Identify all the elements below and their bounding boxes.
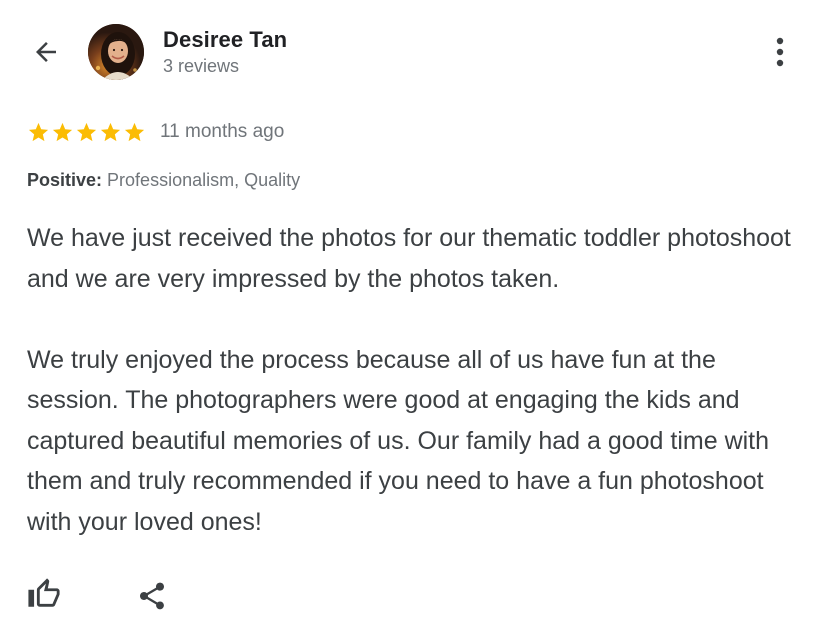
like-button[interactable] — [24, 574, 64, 614]
avatar-photo — [88, 24, 144, 80]
star-icon — [28, 122, 49, 141]
star-rating — [27, 121, 146, 144]
arrow-back-icon — [36, 42, 56, 62]
more-options-button[interactable] — [762, 32, 798, 72]
avatar[interactable] — [88, 24, 144, 80]
star-icon — [76, 122, 97, 141]
positive-attributes: Positive: Professionalism, Quality — [27, 170, 300, 191]
more-vert-icon — [776, 37, 784, 67]
review-paragraph: We truly enjoyed the process because all… — [27, 345, 770, 536]
star-icon — [124, 122, 145, 141]
review-paragraph: We have just received the photos for our… — [27, 224, 791, 293]
star-icon — [52, 122, 73, 141]
share-button[interactable] — [132, 576, 172, 616]
share-icon — [140, 582, 164, 610]
positive-value: Professionalism, Quality — [107, 170, 301, 190]
thumbs-up-icon — [28, 578, 60, 607]
rating-row: 11 months ago — [27, 118, 284, 146]
review-text: We have just received the photos for our… — [27, 218, 797, 542]
reviewer-name[interactable]: Desiree Tan — [163, 27, 287, 53]
star-icon — [100, 122, 121, 141]
reviewer-header: Desiree Tan 3 reviews — [0, 0, 822, 100]
review-count: 3 reviews — [163, 56, 240, 76]
review-time: 11 months ago — [160, 121, 285, 142]
back-button[interactable] — [26, 32, 66, 72]
positive-label: Positive: — [27, 170, 103, 190]
